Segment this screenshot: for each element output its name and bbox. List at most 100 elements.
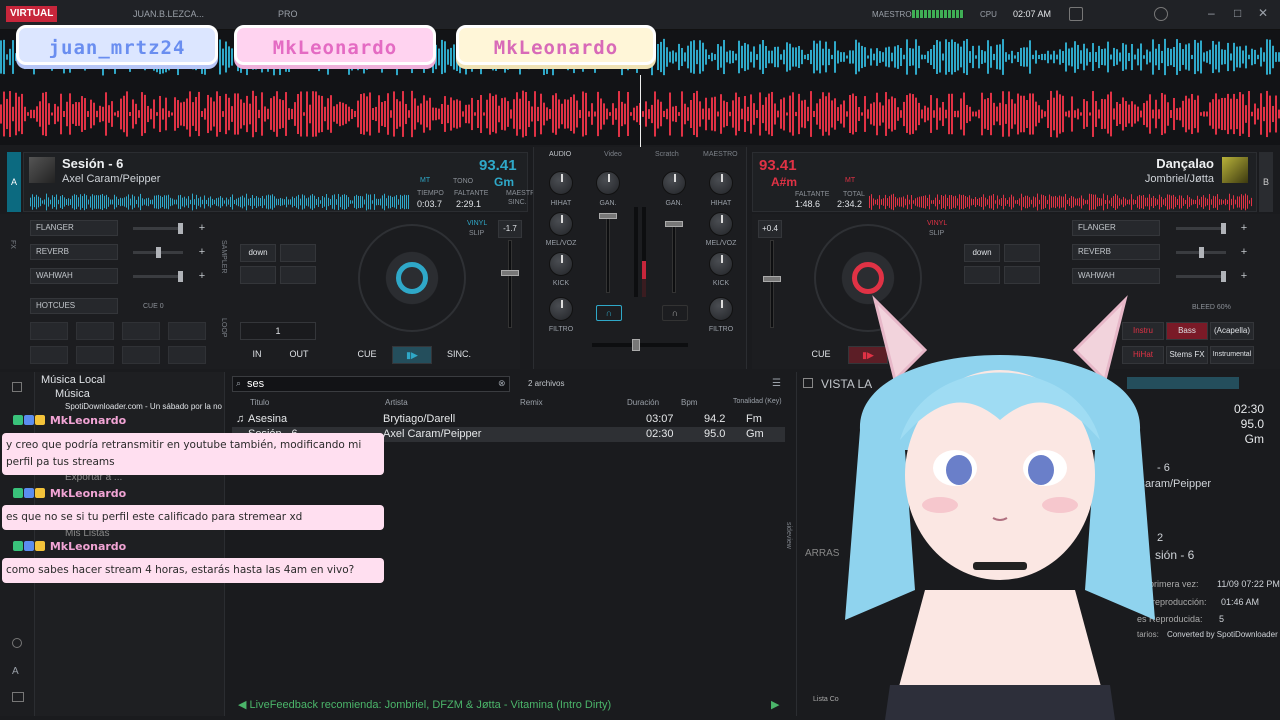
tab-maestro[interactable]: MAESTRO [703,151,738,158]
right-filter-knob[interactable] [709,297,733,321]
col-remix[interactable]: Remix [520,398,543,407]
table-row[interactable]: ♫ Asesina Brytiago/Darell 03:07 94.2 Fm [232,412,785,427]
left-gain-knob[interactable] [596,171,620,195]
list-options-icon[interactable]: ☰ [772,378,781,389]
deck-b-fx-3[interactable]: WAHWAH [1072,268,1160,284]
deck-b-fx-slider-2[interactable] [1176,247,1226,258]
add-fx-3-button[interactable]: + [196,270,208,282]
left-hihat-knob[interactable] [549,171,573,195]
left-filter-knob[interactable] [549,297,573,321]
stem-fx[interactable]: Stems FX [1166,346,1208,364]
deck-a-fx-3[interactable]: WAHWAH [30,268,118,284]
tree-music[interactable]: Música [55,388,90,400]
deck-a-fx-slider-2[interactable] [133,247,183,258]
deck-a-sampler-down[interactable]: down [240,244,276,262]
hotcue-pad-5[interactable] [30,346,68,364]
left-volume-cap[interactable] [599,213,617,219]
right-gain-knob[interactable] [662,171,686,195]
hotcue-pad-8[interactable] [168,346,206,364]
hotcue-pad-4[interactable] [168,322,206,340]
recommendation-bar[interactable]: ◀ LiveFeedback recomienda: Jombriel, DFZ… [238,698,611,711]
tree-spotidownloader[interactable]: SpotiDownloader.com - Un sábado por la n… [65,402,222,411]
tab-scratch[interactable]: Scratch [655,151,679,158]
right-melvoz-knob[interactable] [709,212,733,236]
deck-a-key-mode[interactable]: MT [420,177,430,184]
right-volume-fader[interactable] [672,221,676,293]
left-melvoz-knob[interactable] [549,212,573,236]
deck-a-pitch-fader[interactable] [508,240,512,328]
deck-a-sync-button[interactable]: SINC. [438,346,480,364]
left-headphone-icon[interactable]: ∩ [596,305,622,321]
deck-b-slip[interactable]: SLIP [929,230,944,237]
right-hihat-knob[interactable] [709,171,733,195]
hotcue-pad-1[interactable] [30,322,68,340]
deck-a-sampler-pad-3[interactable] [240,266,276,284]
right-volume-cap[interactable] [665,221,683,227]
deck-a-fx-slider-3[interactable] [133,271,183,282]
deck-b-add-fx-3[interactable]: + [1238,270,1250,282]
minimize-icon[interactable]: – [1208,6,1215,20]
col-duration[interactable]: Duración [627,398,659,407]
text-size-icon[interactable]: A [12,666,19,677]
right-kick-knob[interactable] [709,252,733,276]
dot-icon[interactable] [12,638,22,648]
stem-bass[interactable]: Bass [1166,322,1208,340]
deck-a-cue-button[interactable]: CUE [346,346,388,364]
deck-a-sampler-pad-4[interactable] [280,266,316,284]
col-title[interactable]: Titulo [250,398,269,407]
deck-b-letter[interactable]: B [1259,152,1273,212]
clear-search-icon[interactable]: ⊗ [498,378,506,389]
layout-icon[interactable] [12,692,24,702]
deck-a-mini-waveform[interactable] [30,193,410,211]
deck-b-sampler-pad-2[interactable] [1004,244,1040,262]
col-bpm[interactable]: Bpm [681,398,697,407]
col-key[interactable]: Tonalidad (Key) [733,398,782,405]
deck-a-fx-slider-1[interactable] [133,223,183,234]
deck-b-sampler-pad-3[interactable] [964,266,1000,284]
deck-b-pitch-fader[interactable] [770,240,774,328]
next-recommendation-icon[interactable]: ▶ [771,698,779,711]
deck-b-key-mode[interactable]: MT [845,177,855,184]
plan-dropdown[interactable]: PRO [278,9,298,19]
stem-instrumental[interactable]: Instrumental [1210,346,1254,364]
deck-a-sampler-pad-2[interactable] [280,244,316,262]
deck-b-add-fx-1[interactable]: + [1238,222,1250,234]
tree-local-music[interactable]: Música Local [41,374,105,386]
tab-video[interactable]: Video [604,151,622,158]
deck-a-pads-mode[interactable]: HOTCUES [30,298,118,314]
hotcue-pad-3[interactable] [122,322,160,340]
hotcue-pad-7[interactable] [122,346,160,364]
left-kick-knob[interactable] [549,252,573,276]
deck-b-fx-slider-3[interactable] [1176,271,1226,282]
user-name[interactable]: JUAN.B.LEZCA... [133,9,204,19]
gear-icon[interactable] [1154,7,1168,21]
deck-a-jog-wheel[interactable] [358,224,466,332]
search-input[interactable]: ses [232,376,510,392]
left-volume-fader[interactable] [606,213,610,293]
panel-icon[interactable] [803,378,813,388]
hotcue-pad-2[interactable] [76,322,114,340]
deck-a-play-button[interactable]: ▮▶ [392,346,432,364]
close-icon[interactable]: ✕ [1258,6,1268,20]
view-icon[interactable] [12,382,22,392]
deck-a-letter[interactable]: A [7,152,21,212]
hotcue-pad-6[interactable] [76,346,114,364]
record-icon[interactable] [1069,7,1083,21]
deck-a-out-button[interactable]: OUT [282,346,316,364]
deck-a-fx-2[interactable]: REVERB [30,244,118,260]
add-fx-2-button[interactable]: + [196,246,208,258]
deck-a-vinyl[interactable]: VINYL [467,220,487,227]
deck-b-fx-slider-1[interactable] [1176,223,1226,234]
maximize-icon[interactable]: □ [1234,6,1241,20]
deck-a-in-button[interactable]: IN [240,346,274,364]
deck-a-loop-length[interactable]: 1 [240,322,316,340]
deck-a-fx-1[interactable]: FLANGER [30,220,118,236]
deck-a-pitch-cap[interactable] [501,270,519,276]
add-fx-1-button[interactable]: + [196,222,208,234]
right-headphone-icon[interactable]: ∩ [662,305,688,321]
deck-b-fx-2[interactable]: REVERB [1072,244,1160,260]
tab-audio[interactable]: AUDIO [549,151,571,158]
deck-a-slip[interactable]: SLIP [469,230,484,237]
deck-b-mini-waveform[interactable] [869,193,1253,211]
deck-b-vinyl-2[interactable]: VINYL [927,220,947,227]
